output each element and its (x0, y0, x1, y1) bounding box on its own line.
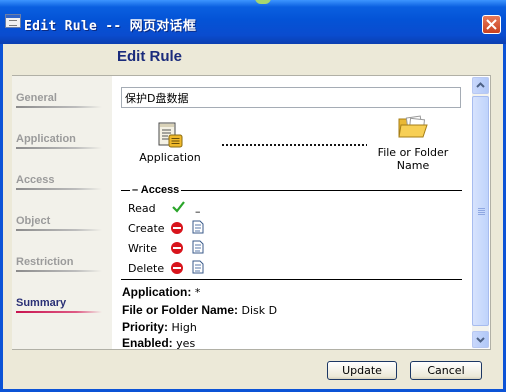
nav-item-label: Summary (16, 297, 67, 309)
summary-priority: Priority: High (122, 320, 197, 334)
window-title: Edit Rule -- 网页对话框 (24, 19, 197, 34)
perm-write-label: Write (128, 242, 158, 255)
folder-icon (398, 115, 428, 138)
close-button[interactable] (482, 15, 501, 34)
document-icon (192, 260, 204, 274)
access-dash: – (132, 184, 141, 196)
deny-icon (171, 242, 183, 254)
nav-item-summary[interactable]: Summary (16, 297, 102, 313)
access-title-label: Access (140, 184, 180, 196)
nav-item-label: Restriction (16, 256, 74, 268)
perm-read-extra: – (195, 205, 201, 218)
window-icon (5, 14, 21, 28)
perm-create-label: Create (128, 222, 165, 235)
summary-object-label: File or Folder Name: (122, 303, 239, 317)
chevron-up-icon (476, 82, 485, 88)
nav-item-label: Access (16, 174, 55, 186)
nav-item-object[interactable]: Object (16, 215, 102, 231)
nav-item-general[interactable]: General (16, 92, 102, 108)
vertical-scrollbar[interactable] (472, 77, 489, 348)
perm-delete-label: Delete (128, 262, 165, 275)
close-icon (486, 19, 497, 30)
page-title: Edit Rule (117, 48, 183, 65)
perm-read-label: Read (128, 202, 156, 215)
document-icon (192, 220, 204, 234)
nav-item-application[interactable]: Application (16, 133, 102, 149)
target-label: File or Folder Name (365, 146, 461, 172)
summary-priority-value: High (171, 321, 197, 334)
target-label-line-2: Name (396, 159, 430, 172)
access-title: – Access (130, 184, 182, 196)
update-button[interactable]: Update (327, 361, 397, 380)
summary-enabled-value: yes (176, 337, 196, 350)
summary-enabled: Enabled: yes (122, 336, 195, 350)
connector-line (221, 144, 367, 146)
nav-item-label: General (16, 92, 57, 104)
summary-object: File or Folder Name: Disk D (122, 303, 277, 317)
title-bar[interactable]: Edit Rule -- 网页对话框 (0, 0, 506, 44)
application-icon (158, 122, 183, 148)
rule-name-input[interactable] (121, 87, 461, 108)
scroll-up-button[interactable] (472, 77, 489, 94)
summary-priority-label: Priority: (122, 320, 169, 334)
summary-application-label: Application: (122, 285, 192, 299)
check-icon (172, 201, 185, 213)
summary-object-value: Disk D (241, 304, 278, 317)
source-label: Application (139, 151, 201, 164)
summary-divider (121, 279, 462, 280)
scroll-thumb[interactable] (472, 96, 489, 326)
summary-enabled-label: Enabled: (122, 336, 173, 350)
scroll-down-button[interactable] (472, 331, 489, 348)
document-icon (192, 240, 204, 254)
nav-item-access[interactable]: Access (16, 174, 102, 190)
cancel-button[interactable]: Cancel (410, 361, 482, 380)
nav-item-restriction[interactable]: Restriction (16, 256, 102, 272)
chevron-down-icon (476, 337, 485, 343)
nav-item-label: Object (16, 215, 51, 227)
deny-icon (171, 222, 183, 234)
target-label-line-1: File or Folder (377, 146, 449, 159)
summary-application: Application: * (122, 285, 200, 299)
nav-item-label: Application (16, 133, 76, 145)
deny-icon (171, 262, 183, 274)
summary-application-value: * (194, 286, 201, 299)
